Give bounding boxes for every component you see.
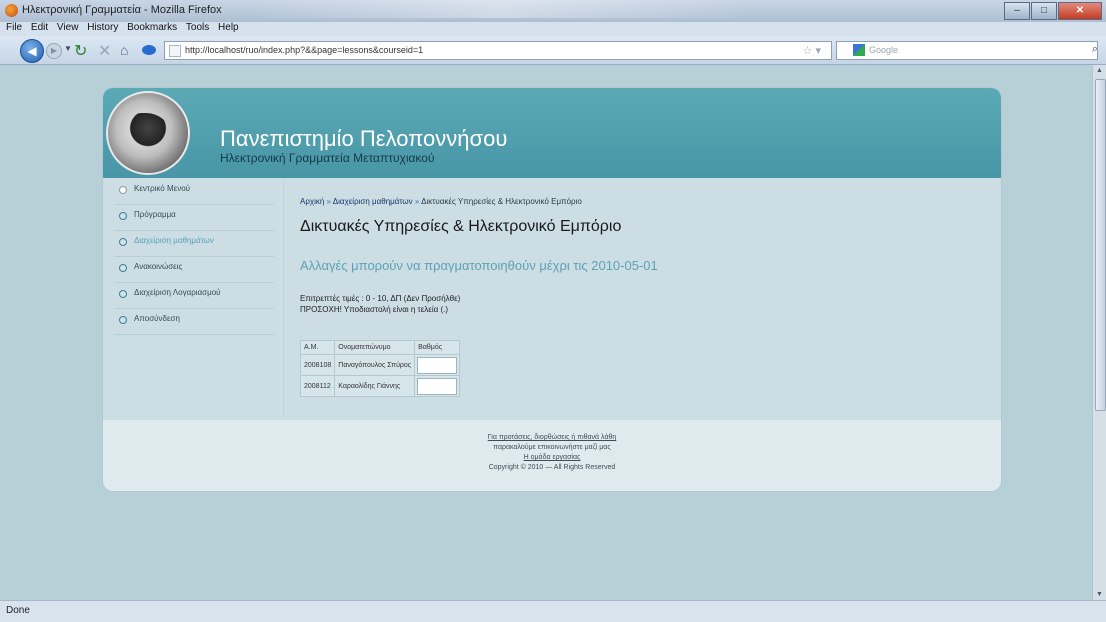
bullet-icon	[119, 212, 127, 220]
breadcrumb-separator: »	[414, 197, 420, 206]
breadcrumb-current: Δικτυακές Υπηρεσίες & Ηλεκτρονικό Εμπόρι…	[421, 197, 582, 206]
status-bar: Done	[0, 600, 1106, 622]
logo-seal-icon	[126, 113, 170, 151]
sidebar-item-logout[interactable]: Αποσύνδεση	[114, 308, 274, 335]
student-am: 2008112	[301, 376, 335, 396]
search-icon[interactable]: ⌕	[1092, 43, 1098, 56]
breadcrumb-separator: »	[326, 197, 331, 206]
bullet-icon	[119, 264, 127, 272]
footer-contact-text: παρακαλούμε επικοινωνήστε μαζί μας	[493, 444, 611, 451]
sidebar-item-announcements[interactable]: Ανακοινώσεις	[114, 256, 274, 283]
menu-tools[interactable]: Tools	[186, 22, 209, 33]
bookmark-star-icon[interactable]: ☆ ▾	[803, 44, 821, 57]
navigation-toolbar: ◀ ▶ ▼ ↻ ✕ ⌂ http://localhost/ruo/index.p…	[0, 36, 1106, 65]
allowed-values-note: Επιτρεπτές τιμές : 0 - 10, ΔΠ (Δεν Προσή…	[300, 294, 461, 303]
grade-input[interactable]	[417, 356, 458, 374]
page-container: Πανεπιστημίο Πελοποννήσου Ηλεκτρονική Γρ…	[103, 88, 1001, 491]
column-header-name: Ονοματεπώνυμο	[335, 341, 415, 354]
student-name: Παναγόπουλος Σπύρος	[335, 355, 415, 375]
breadcrumb-home[interactable]: Αρχική	[300, 197, 324, 206]
scroll-down-icon[interactable]: ▼	[1096, 591, 1103, 598]
search-bar[interactable]: Google ⌕	[836, 41, 1098, 60]
window-buttons: – □ ✕	[1004, 2, 1102, 20]
grades-table: Α.Μ. Ονοματεπώνυμο Βαθμός 2008108 Παναγό…	[300, 340, 461, 397]
sidebar-item-label: Αποσύνδεση	[134, 314, 180, 323]
titlebar-highlight	[250, 0, 750, 18]
grade-cell	[415, 376, 460, 396]
page-title: Δικτυακές Υπηρεσίες & Ηλεκτρονικό Εμπόρι…	[300, 218, 622, 235]
bullet-icon	[119, 316, 127, 324]
scroll-up-icon[interactable]: ▲	[1096, 67, 1103, 74]
home-icon[interactable]: ⌂	[120, 42, 128, 58]
footer-feedback-link[interactable]: Για προτάσεις, διορθώσεις ή πιθανά λάθη	[103, 434, 1001, 441]
menu-help[interactable]: Help	[218, 22, 239, 33]
menu-bookmarks[interactable]: Bookmarks	[127, 22, 177, 33]
forward-icon[interactable]: ▶	[46, 43, 62, 59]
deadline-notice: Αλλαγές μπορούν να πραγματοποιηθούν μέχρ…	[300, 258, 658, 273]
menu-file[interactable]: File	[6, 22, 22, 33]
sidebar-item-label: Διαχείριση μαθημάτων	[134, 236, 214, 245]
decimal-warning-note: ΠΡΟΣΟΧΗ! Υποδιαστολή είναι η τελεία (.)	[300, 305, 449, 314]
sidebar-item-label: Διαχείριση Λογαριασμού	[134, 288, 221, 297]
status-text: Done	[6, 605, 30, 616]
student-name: Καραολίδης Γιάννης	[335, 376, 415, 396]
sidebar-item-label: Κεντρικό Μενού	[134, 184, 191, 193]
bullet-icon	[119, 238, 127, 246]
extension-icon[interactable]	[142, 45, 156, 55]
vertical-scrollbar[interactable]: ▲ ▼	[1092, 65, 1106, 600]
sidebar-item-main-menu[interactable]: Κεντρικό Μενού	[114, 178, 274, 205]
grade-input[interactable]	[417, 377, 458, 395]
student-am: 2008108	[301, 355, 335, 375]
breadcrumb: Αρχική » Διαχείριση μαθημάτων » Δικτυακέ…	[300, 197, 582, 206]
url-text: http://localhost/ruo/index.php?&&page=le…	[185, 45, 424, 55]
close-icon[interactable]: ✕	[1058, 2, 1102, 20]
page-favicon	[169, 45, 181, 57]
menu-edit[interactable]: Edit	[31, 22, 48, 33]
bullet-icon	[119, 186, 127, 194]
menu-view[interactable]: View	[57, 22, 79, 33]
bullet-icon	[119, 290, 127, 298]
reload-icon[interactable]: ↻	[74, 41, 87, 61]
footer-team-link[interactable]: Η ομάδα εργασίας	[103, 454, 1001, 461]
site-subtitle: Ηλεκτρονική Γραμματεία Μεταπτυχιακού	[220, 151, 435, 165]
sidebar-item-label: Πρόγραμμα	[134, 210, 176, 219]
sidebar-item-course-management[interactable]: Διαχείριση μαθημάτων	[114, 230, 274, 257]
search-engine-icon[interactable]	[853, 44, 865, 56]
table-row: 2008112 Καραολίδης Γιάννης	[301, 376, 460, 396]
sidebar-item-schedule[interactable]: Πρόγραμμα	[114, 204, 274, 231]
back-icon[interactable]: ◀	[20, 39, 44, 63]
breadcrumb-course-management[interactable]: Διαχείριση μαθημάτων	[333, 197, 413, 206]
sidebar-item-label: Ανακοινώσεις	[134, 262, 183, 271]
column-header-grade: Βαθμός	[415, 341, 460, 354]
grade-cell	[415, 355, 460, 375]
sidebar-item-account-management[interactable]: Διαχείριση Λογαριασμού	[114, 282, 274, 309]
maximize-icon[interactable]: □	[1031, 2, 1057, 20]
table-header-row: Α.Μ. Ονοματεπώνυμο Βαθμός	[301, 341, 460, 354]
menubar: File Edit View History Bookmarks Tools H…	[0, 22, 1106, 36]
menu-history[interactable]: History	[87, 22, 118, 33]
footer-copyright: Copyright © 2010 — All Rights Reserved	[488, 464, 616, 471]
history-dropdown-icon[interactable]: ▼	[64, 44, 72, 53]
column-header-am: Α.Μ.	[301, 341, 335, 354]
university-logo	[106, 91, 190, 175]
search-placeholder: Google	[869, 45, 899, 55]
firefox-icon	[5, 4, 18, 17]
site-footer: Για προτάσεις, διορθώσεις ή πιθανά λάθη …	[103, 420, 1001, 491]
window-title: Ηλεκτρονική Γραμματεία - Mozilla Firefox	[22, 4, 222, 16]
site-header: Πανεπιστημίο Πελοποννήσου Ηλεκτρονική Γρ…	[103, 88, 1001, 178]
url-bar[interactable]: http://localhost/ruo/index.php?&&page=le…	[164, 41, 832, 60]
sidebar: Κεντρικό Μενού Πρόγραμμα Διαχείριση μαθη…	[103, 178, 283, 420]
site-title: Πανεπιστημίο Πελοποννήσου	[220, 126, 508, 151]
scroll-thumb[interactable]	[1095, 79, 1106, 411]
window-titlebar: Ηλεκτρονική Γραμματεία - Mozilla Firefox…	[0, 0, 1106, 22]
minimize-icon[interactable]: –	[1004, 2, 1030, 20]
stop-icon[interactable]: ✕	[98, 41, 111, 61]
table-row: 2008108 Παναγόπουλος Σπύρος	[301, 355, 460, 375]
main-content: Αρχική » Διαχείριση μαθημάτων » Δικτυακέ…	[284, 178, 1001, 420]
